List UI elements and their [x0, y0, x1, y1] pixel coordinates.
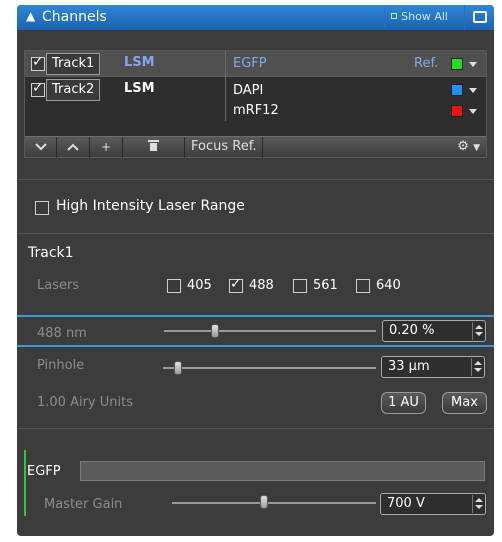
laser-power-input[interactable]: 0.20 % — [382, 320, 486, 342]
laser-power-spinner[interactable] — [472, 322, 484, 340]
move-down-button[interactable] — [25, 137, 57, 158]
track2-type: LSM — [124, 81, 155, 96]
track-section-title: Track1 — [28, 245, 74, 261]
chevron-down-icon — [34, 143, 47, 151]
tracks-toolbar: + Focus Ref. ⚙ ▼ — [25, 136, 486, 158]
dapi-color-swatch[interactable] — [451, 84, 463, 96]
show-all-button[interactable]: Show All — [384, 7, 454, 28]
high-intensity-label: High Intensity Laser Range — [56, 198, 245, 214]
track2-dye-mrf12: mRF12 — [233, 103, 279, 118]
reference-label: Ref. — [414, 56, 439, 71]
max-button[interactable]: Max — [442, 392, 487, 414]
undock-icon — [473, 11, 487, 23]
collapse-triangle-icon[interactable]: ▲ — [26, 9, 35, 23]
track-row-2[interactable]: Track2 LSM DAPI mRF12 — [25, 78, 486, 122]
master-gain-label: Master Gain — [44, 497, 123, 512]
master-gain-spinner[interactable] — [472, 495, 484, 513]
mrf12-color-swatch[interactable] — [451, 105, 463, 117]
tracks-list: Track1 LSM EGFP Ref. Track2 LSM DAPI mRF… — [24, 50, 487, 158]
settings-menu-button[interactable]: ⚙ ▼ — [457, 137, 480, 158]
master-gain-value: 700 V — [387, 496, 425, 511]
pinhole-slider-thumb[interactable] — [173, 361, 182, 375]
plus-icon: + — [100, 140, 112, 154]
laser-488-checkbox[interactable] — [229, 276, 243, 293]
laser-power-label: 488 nm — [37, 326, 87, 341]
divider — [17, 428, 494, 429]
show-all-label: Show All — [401, 10, 448, 23]
pinhole-value: 33 µm — [388, 359, 430, 374]
pinhole-label: Pinhole — [37, 358, 85, 373]
one-au-button[interactable]: 1 AU — [381, 392, 426, 414]
track1-checkbox[interactable] — [31, 54, 45, 71]
dapi-color-dropdown-icon[interactable] — [469, 88, 477, 93]
laser-405-checkbox[interactable] — [167, 279, 181, 293]
focus-ref-button[interactable]: Focus Ref. — [185, 137, 264, 158]
gear-icon: ⚙ — [457, 139, 469, 154]
delete-track-button[interactable] — [123, 137, 185, 158]
add-track-button[interactable]: + — [90, 137, 123, 158]
pinhole-input[interactable]: 33 µm — [381, 356, 485, 378]
laser-power-row[interactable]: 488 nm 0.20 % — [17, 315, 494, 347]
pinhole-slider[interactable] — [163, 367, 376, 369]
laser-405-label: 405 — [187, 278, 212, 293]
master-gain-slider[interactable] — [172, 502, 376, 504]
lasers-label: Lasers — [37, 278, 80, 293]
track-row-1[interactable]: Track1 LSM EGFP Ref. — [25, 51, 486, 77]
laser-640-label: 640 — [376, 278, 401, 293]
track2-checkbox[interactable] — [31, 80, 45, 97]
channel-name-field[interactable] — [80, 461, 485, 481]
high-intensity-checkbox[interactable] — [35, 201, 49, 215]
laser-640-checkbox[interactable] — [356, 279, 370, 293]
show-all-square-icon — [391, 13, 398, 19]
channel-color-bar — [24, 450, 26, 516]
laser-561-checkbox[interactable] — [293, 279, 307, 293]
channels-panel: ▲ Channels Show All Track1 LSM EGFP Ref.… — [17, 5, 494, 536]
airy-units-label: 1.00 Airy Units — [37, 395, 133, 410]
panel-title-bar[interactable]: ▲ Channels Show All — [17, 5, 494, 30]
divider — [17, 179, 494, 180]
move-up-button[interactable] — [57, 137, 90, 158]
track2-dye-dapi: DAPI — [233, 83, 264, 98]
egfp-color-swatch[interactable] — [451, 58, 463, 70]
divider — [17, 233, 494, 234]
undock-button[interactable] — [464, 5, 494, 30]
panel-title: Channels — [42, 9, 107, 25]
laser-power-value: 0.20 % — [389, 323, 435, 338]
laser-power-slider[interactable] — [164, 330, 376, 332]
laser-power-slider-thumb[interactable] — [210, 324, 219, 338]
channel-name: EGFP — [27, 464, 61, 479]
laser-488-label: 488 — [249, 278, 274, 293]
egfp-color-dropdown-icon[interactable] — [469, 62, 477, 67]
master-gain-slider-thumb[interactable] — [259, 495, 268, 509]
track1-dye-egfp: EGFP — [233, 56, 267, 71]
pinhole-spinner[interactable] — [471, 358, 483, 376]
mrf12-color-dropdown-icon[interactable] — [469, 109, 477, 114]
track2-name[interactable]: Track2 — [46, 79, 101, 101]
chevron-down-icon: ▼ — [473, 143, 480, 153]
trash-icon — [148, 140, 159, 151]
laser-561-label: 561 — [313, 278, 338, 293]
track1-name[interactable]: Track1 — [46, 53, 101, 75]
channel-egfp-block: EGFP Master Gain 700 V — [17, 450, 494, 536]
master-gain-input[interactable]: 700 V — [380, 493, 486, 515]
track1-type: LSM — [124, 55, 155, 70]
chevron-up-icon — [67, 143, 79, 151]
